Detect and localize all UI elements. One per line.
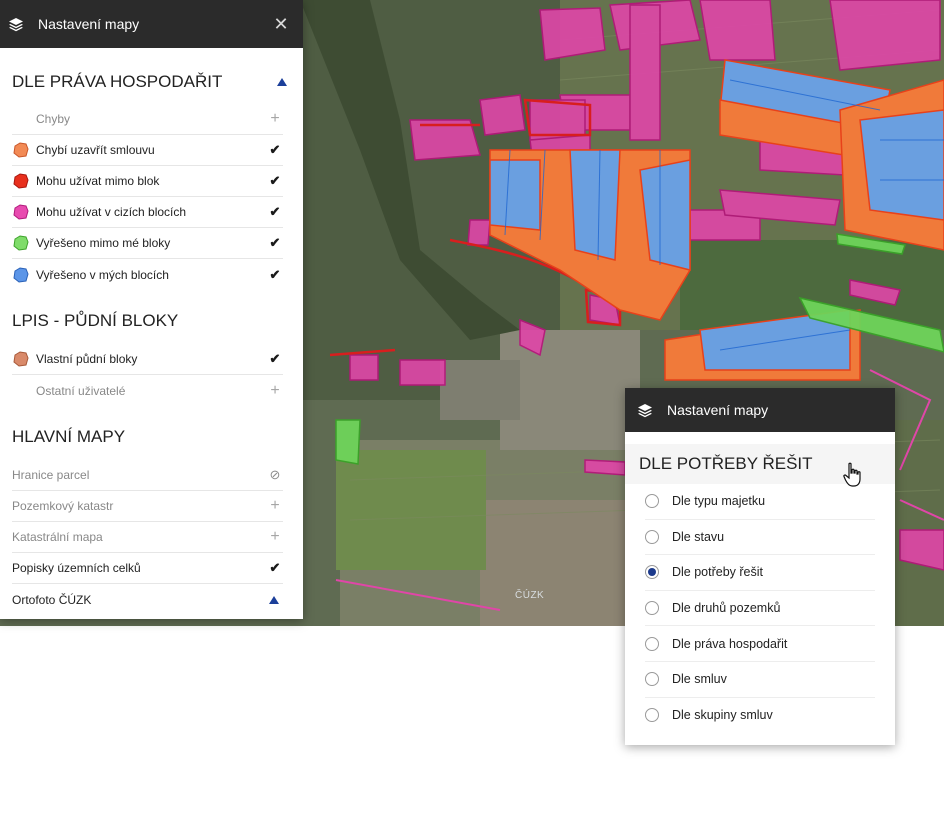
layers-icon	[8, 16, 24, 32]
layer-row-katastralni-mapa[interactable]: Katastrální mapa +	[12, 522, 283, 553]
triangle-up-icon[interactable]	[269, 595, 279, 604]
radio-dle-skupiny-smluv[interactable]: Dle skupiny smluv	[645, 698, 875, 734]
check-icon[interactable]: ✔	[267, 560, 283, 576]
layer-row-mohu-uzivat-v-cizich-blocich[interactable]: Mohu užívat v cizích blocích ✔	[12, 197, 283, 228]
plus-icon[interactable]: +	[267, 528, 283, 546]
section-title-dle-prava-hospodarit[interactable]: DLE PRÁVA HOSPODAŘIT	[0, 60, 303, 104]
blob-swatch-icon	[12, 141, 30, 159]
blob-swatch-icon	[12, 266, 30, 284]
radio-button[interactable]	[645, 636, 659, 651]
radio-dle-potreby-resit[interactable]: Dle potřeby řešit	[645, 555, 875, 591]
layer-row-chyby[interactable]: Chyby +	[12, 104, 283, 135]
map-settings-panel: Nastavení mapy ✕ DLE PRÁVA HOSPODAŘIT Ch…	[0, 0, 303, 619]
radio-button[interactable]	[645, 672, 659, 687]
layer-row-mohu-uzivat-mimo-blok[interactable]: Mohu užívat mimo blok ✔	[12, 166, 283, 197]
layer-row-pozemkovy-katastr[interactable]: Pozemkový katastr +	[12, 491, 283, 522]
popup-title: Nastavení mapy	[667, 402, 769, 418]
radio-dle-typu-majetku[interactable]: Dle typu majetku	[645, 484, 875, 520]
radio-group: Dle typu majetku Dle stavu Dle potřeby ř…	[625, 484, 895, 733]
check-icon[interactable]: ✔	[267, 204, 283, 220]
layer-row-ostatni-uzivatele[interactable]: Ostatní uživatelé +	[12, 375, 283, 406]
plus-icon[interactable]: +	[267, 382, 283, 400]
section-title-lpis-pudni-bloky[interactable]: LPIS - PŮDNÍ BLOKY	[0, 298, 303, 344]
map-watermark: ČÚZK	[515, 590, 545, 601]
blob-swatch-icon	[12, 172, 30, 190]
blob-swatch-icon	[12, 234, 30, 252]
map-settings-popup: Nastavení mapy DLE POTŘEBY ŘEŠIT Dle typ…	[625, 388, 895, 745]
check-icon[interactable]: ✔	[267, 173, 283, 189]
hand-cursor-icon	[843, 462, 863, 493]
layer-row-vyreseno-v-mych-blocich[interactable]: Vyřešeno v mých blocích ✔	[12, 259, 283, 290]
ban-icon[interactable]: ⊘	[267, 467, 283, 483]
layer-row-vyreseno-mimo-me-bloky[interactable]: Vyřešeno mimo mé bloky ✔	[12, 228, 283, 259]
close-icon[interactable]: ✕	[271, 14, 291, 35]
panel-header: Nastavení mapy ✕	[0, 0, 303, 48]
radio-button[interactable]	[645, 601, 659, 616]
layer-row-vlastni-pudni-bloky[interactable]: Vlastní půdní bloky ✔	[12, 344, 283, 375]
plus-icon[interactable]: +	[267, 110, 283, 128]
radio-dle-smluv[interactable]: Dle smluv	[645, 662, 875, 698]
section-title-hlavni-mapy[interactable]: HLAVNÍ MAPY	[0, 414, 303, 460]
radio-dle-prava-hospodarit[interactable]: Dle práva hospodařit	[645, 626, 875, 662]
check-icon[interactable]: ✔	[267, 142, 283, 158]
radio-dle-druhu-pozemku[interactable]: Dle druhů pozemků	[645, 591, 875, 627]
triangle-up-icon[interactable]	[277, 78, 287, 86]
radio-button[interactable]	[645, 494, 659, 509]
blob-swatch-icon	[12, 350, 30, 368]
layer-row-hranice-parcel[interactable]: Hranice parcel ⊘	[12, 460, 283, 491]
plus-icon[interactable]: +	[267, 497, 283, 515]
radio-button-selected[interactable]	[645, 565, 659, 580]
blob-swatch-icon	[12, 203, 30, 221]
popup-header: Nastavení mapy	[625, 388, 895, 432]
check-icon[interactable]: ✔	[267, 267, 283, 283]
panel-title: Nastavení mapy	[38, 16, 140, 32]
layer-row-ortofoto-cuzk[interactable]: Ortofoto ČÚZK	[12, 584, 283, 615]
layer-row-popisky-uzemnich-celku[interactable]: Popisky územních celků ✔	[12, 553, 283, 584]
layer-row-chybi-uzavrit-smlouvu[interactable]: Chybí uzavřít smlouvu ✔	[12, 135, 283, 166]
check-icon[interactable]: ✔	[267, 351, 283, 367]
check-icon[interactable]: ✔	[267, 235, 283, 251]
layers-icon	[637, 402, 653, 418]
radio-button[interactable]	[645, 529, 659, 544]
radio-button[interactable]	[645, 708, 659, 723]
radio-dle-stavu[interactable]: Dle stavu	[645, 520, 875, 556]
